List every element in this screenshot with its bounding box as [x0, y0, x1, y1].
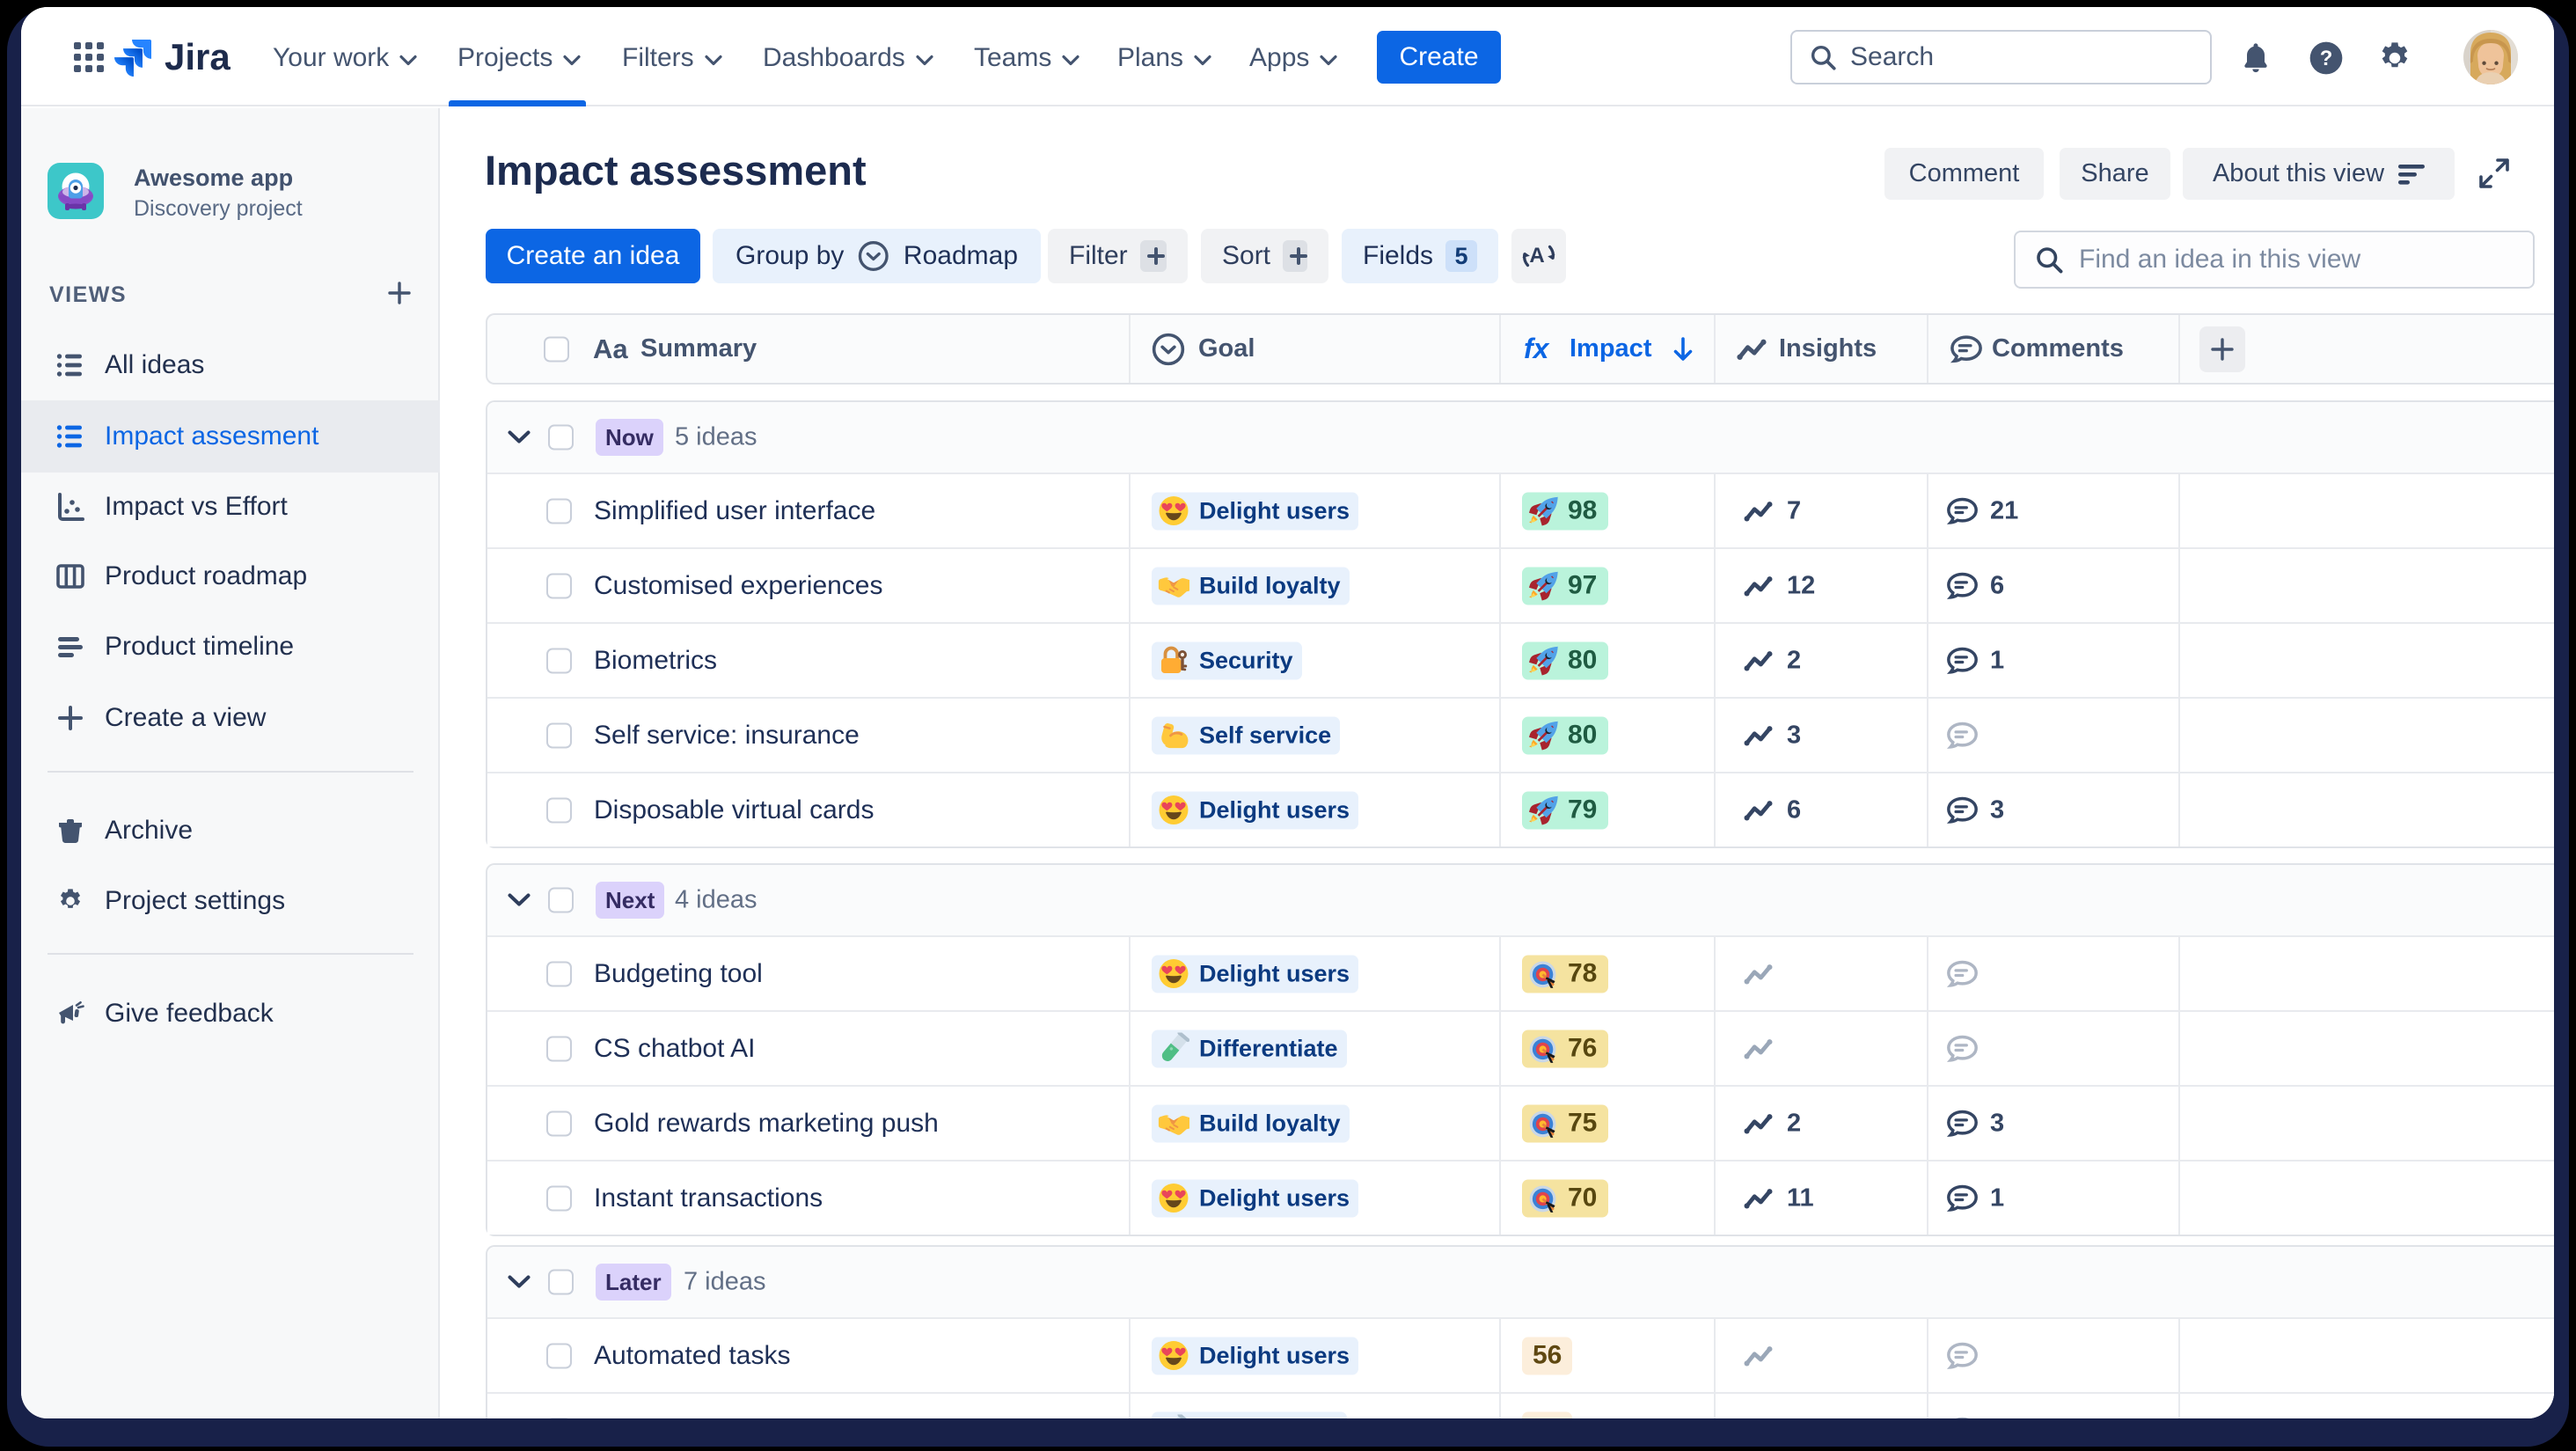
svg-text:A: A	[1529, 244, 1544, 267]
svg-text:?: ?	[2320, 47, 2333, 70]
